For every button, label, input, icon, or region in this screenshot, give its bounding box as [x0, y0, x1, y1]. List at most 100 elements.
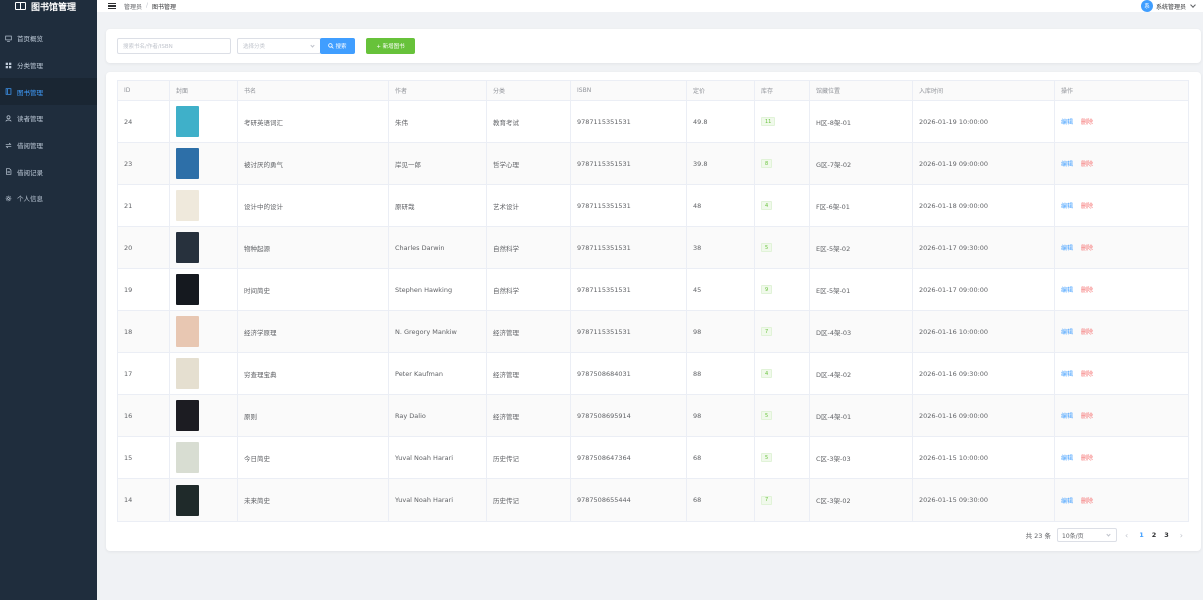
page-size-select[interactable]: 10条/页 [1057, 528, 1117, 542]
cell-author: Yuval Noah Harari [389, 437, 487, 478]
hamburger-icon[interactable] [108, 3, 116, 9]
cell-author: Stephen Hawking [389, 269, 487, 310]
stock-cell: 5 [755, 437, 810, 478]
stock-cell: 5 [755, 395, 810, 436]
column-header: 定价 [687, 81, 755, 100]
cell-price: 68 [687, 437, 755, 478]
brand-title: 图书馆管理 [31, 2, 77, 13]
cell-author: Charles Darwin [389, 227, 487, 268]
breadcrumb-item-admin[interactable]: 管理员 [124, 2, 142, 11]
edit-link[interactable]: 编辑 [1061, 201, 1073, 210]
actions-cell: 编辑 删除 [1055, 437, 1188, 478]
edit-link[interactable]: 编辑 [1061, 411, 1073, 420]
breadcrumb: 管理员 / 图书管理 [124, 2, 176, 11]
category-select[interactable]: 选择分类 [237, 38, 321, 54]
cell-price: 98 [687, 311, 755, 352]
cell-location: H区-8架-01 [810, 101, 913, 142]
cell-title: 考研英语词汇 [238, 101, 389, 142]
stock-cell: 5 [755, 227, 810, 268]
user-name: 系统管理员 [1155, 3, 1186, 11]
delete-link[interactable]: 删除 [1081, 453, 1093, 462]
cell-isbn: 9787115351531 [571, 143, 687, 184]
search-input[interactable]: 搜索书名/作者/ISBN [117, 38, 231, 54]
cell-isbn: 9787115351531 [571, 269, 687, 310]
stock-badge: 11 [761, 117, 776, 126]
cell-price: 68 [687, 479, 755, 521]
page-number[interactable]: 1 [1136, 531, 1147, 539]
cell-title: 物种起源 [238, 227, 389, 268]
sidebar-item-6[interactable]: 个人信息 [0, 185, 97, 212]
edit-link[interactable]: 编辑 [1061, 369, 1073, 378]
cell-time: 2026-01-17 09:00:00 [913, 269, 1055, 310]
cover-cell [170, 101, 238, 142]
cell-isbn: 9787508695914 [571, 395, 687, 436]
delete-link[interactable]: 删除 [1081, 369, 1093, 378]
edit-link[interactable]: 编辑 [1061, 117, 1073, 126]
cell-price: 38 [687, 227, 755, 268]
book-cover-image [176, 106, 199, 137]
delete-link[interactable]: 删除 [1081, 285, 1093, 294]
column-header: 馆藏位置 [810, 81, 913, 100]
cell-id: 14 [118, 479, 170, 521]
delete-link[interactable]: 删除 [1081, 411, 1093, 420]
table-row: 15 今日简史 Yuval Noah Harari 历史传记 9787508647364… [118, 437, 1188, 479]
cell-category: 艺术设计 [487, 185, 571, 226]
add-book-button[interactable]: + 新增图书 [366, 38, 415, 54]
breadcrumb-item-current: 图书管理 [152, 3, 177, 11]
edit-link[interactable]: 编辑 [1061, 285, 1073, 294]
stock-badge: 9 [761, 285, 773, 294]
sidebar-item-1[interactable]: 分类管理 [0, 52, 97, 79]
actions-cell: 编辑 删除 [1055, 479, 1188, 521]
edit-link[interactable]: 编辑 [1061, 496, 1073, 505]
cell-id: 15 [118, 437, 170, 478]
edit-link[interactable]: 编辑 [1061, 159, 1073, 168]
cell-price: 39.8 [687, 143, 755, 184]
delete-link[interactable]: 删除 [1081, 159, 1093, 168]
sidebar-item-label: 读者管理 [17, 115, 43, 124]
table-row: 21 设计中的设计 原研哉 艺术设计 9787115351531 48 4 F区-6架-01 2… [118, 185, 1188, 227]
cell-category: 经济管理 [487, 395, 571, 436]
sidebar-item-label: 图书管理 [17, 88, 43, 97]
page-number[interactable]: 3 [1161, 531, 1172, 539]
sidebar-item-2[interactable]: 图书管理 [0, 78, 97, 106]
edit-link[interactable]: 编辑 [1061, 453, 1073, 462]
cell-author: N. Gregory Mankiw [389, 311, 487, 352]
page-number[interactable]: 2 [1149, 531, 1160, 539]
sidebar-item-0[interactable]: 首页概览 [0, 25, 97, 52]
edit-link[interactable]: 编辑 [1061, 327, 1073, 336]
cell-time: 2026-01-16 10:00:00 [913, 311, 1055, 352]
cover-cell [170, 269, 238, 310]
cell-id: 16 [118, 395, 170, 436]
actions-cell: 编辑 删除 [1055, 395, 1188, 436]
cell-location: F区-6架-01 [810, 185, 913, 226]
sidebar-item-label: 借阅记录 [17, 168, 43, 177]
delete-link[interactable]: 删除 [1081, 496, 1093, 505]
delete-link[interactable]: 删除 [1081, 327, 1093, 336]
delete-link[interactable]: 删除 [1081, 201, 1093, 210]
edit-link[interactable]: 编辑 [1061, 243, 1073, 252]
next-page-icon[interactable]: › [1178, 531, 1185, 540]
actions-cell: 编辑 删除 [1055, 311, 1188, 352]
column-header: 分类 [487, 81, 571, 100]
cell-time: 2026-01-19 09:00:00 [913, 143, 1055, 184]
search-button[interactable]: 搜索 [320, 38, 355, 54]
cell-time: 2026-01-15 09:30:00 [913, 479, 1055, 521]
stock-badge: 4 [761, 369, 773, 378]
cell-location: G区-7架-02 [810, 143, 913, 184]
sidebar-item-3[interactable]: 读者管理 [0, 105, 97, 132]
pagination-total: 共 23 条 [1025, 532, 1051, 540]
user-menu[interactable]: 系 系统管理员 [1140, 0, 1196, 12]
gear-icon [5, 195, 12, 202]
cell-category: 历史传记 [487, 479, 571, 521]
delete-link[interactable]: 删除 [1081, 243, 1093, 252]
prev-page-icon[interactable]: ‹ [1123, 531, 1130, 540]
cell-author: Yuval Noah Harari [389, 479, 487, 521]
sidebar-item-4[interactable]: 借阅管理 [0, 132, 97, 159]
search-icon [328, 43, 335, 49]
category-select-placeholder: 选择分类 [243, 44, 266, 50]
cell-id: 17 [118, 353, 170, 394]
delete-link[interactable]: 删除 [1081, 117, 1093, 126]
sidebar-item-5[interactable]: 借阅记录 [0, 158, 97, 185]
cell-category: 哲学心理 [487, 143, 571, 184]
sidebar-item-label: 首页概览 [17, 35, 43, 44]
